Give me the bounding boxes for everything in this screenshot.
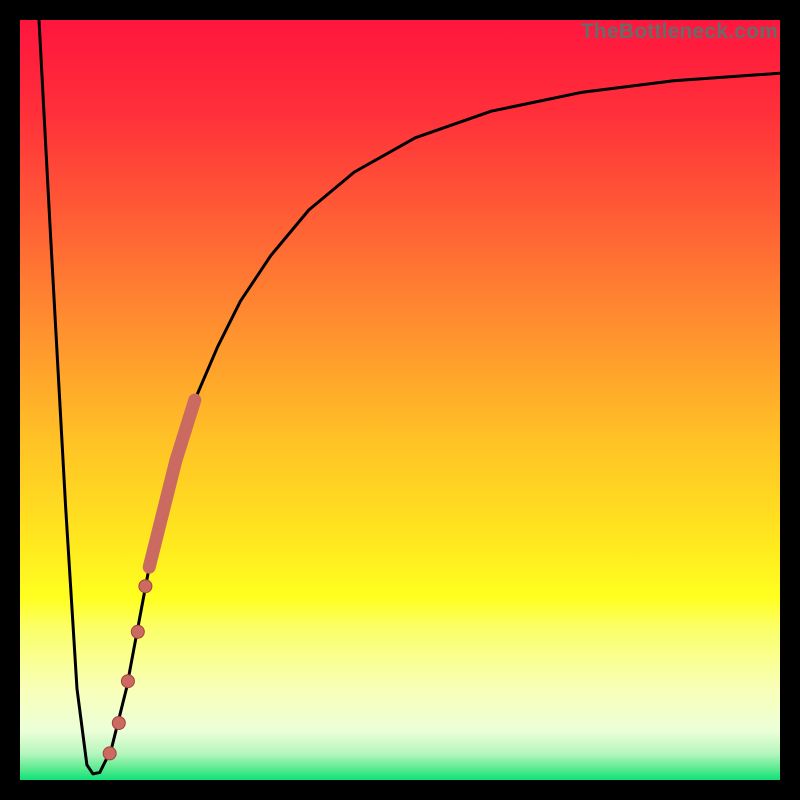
data-marker <box>112 717 125 730</box>
data-marker <box>103 747 116 760</box>
gradient-background <box>20 20 780 780</box>
plot-area: TheBottleneck.com <box>20 20 780 780</box>
chart-frame: TheBottleneck.com <box>0 0 800 800</box>
data-marker <box>139 580 152 593</box>
data-marker <box>121 675 134 688</box>
data-marker <box>131 625 144 638</box>
